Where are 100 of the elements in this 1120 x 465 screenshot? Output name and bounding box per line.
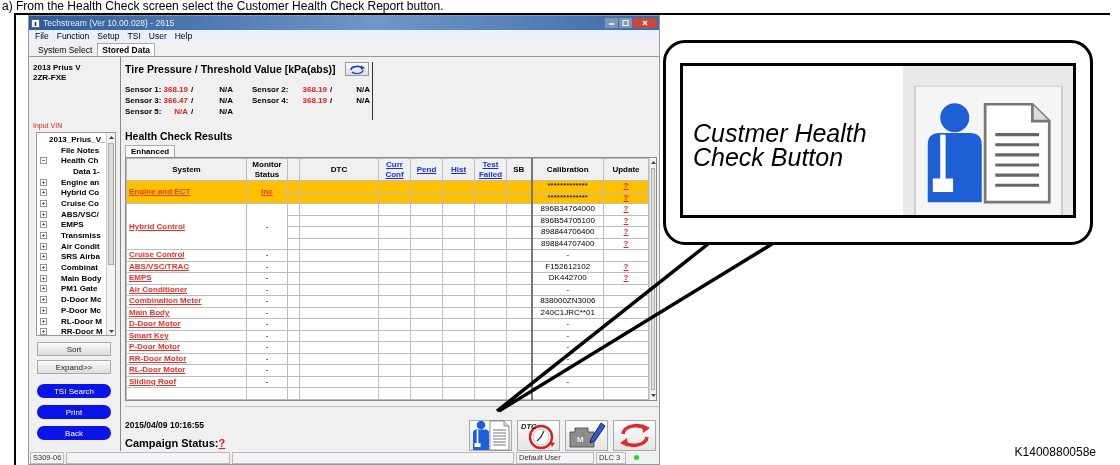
collapse-toggle[interactable] xyxy=(39,157,47,165)
tree-item[interactable]: Combinat xyxy=(61,263,98,273)
separator-text: / xyxy=(189,95,195,106)
expand-toggle[interactable] xyxy=(39,317,47,325)
system-link[interactable]: P-Door Motor xyxy=(126,341,247,353)
menu-item[interactable]: Setup xyxy=(97,31,120,41)
expand-toggle[interactable] xyxy=(39,242,47,250)
system-link[interactable]: Combination Meter xyxy=(126,295,247,307)
system-link[interactable]: Cruise Control xyxy=(126,249,247,261)
pill-button[interactable]: Back xyxy=(37,426,111,440)
update-link[interactable]: ? xyxy=(603,261,649,273)
menu-item[interactable]: TSI xyxy=(127,31,141,41)
tree-item[interactable]: Health Ch xyxy=(61,156,99,166)
tree-item[interactable]: Engine an xyxy=(61,177,100,187)
tree-item[interactable]: Hybrid Co xyxy=(61,188,100,198)
tree-item[interactable]: RL-Door M xyxy=(61,316,102,326)
close-button[interactable] xyxy=(633,18,657,28)
tree-item[interactable]: RR-Door M xyxy=(61,327,103,337)
column-link[interactable]: Curr Conf xyxy=(378,158,411,181)
column-link[interactable]: Hist xyxy=(442,158,475,181)
maximize-button[interactable] xyxy=(619,18,632,28)
tree-item[interactable]: Air Condit xyxy=(61,241,100,251)
system-link[interactable]: RR-Door Motor xyxy=(126,353,247,365)
system-link[interactable]: Main Body xyxy=(126,307,247,319)
update-link[interactable]: ? xyxy=(603,272,649,284)
instruction-text: a) From the Health Check screen select the Customer Health Check Report button. xyxy=(1,0,445,13)
expand-toggle[interactable] xyxy=(39,221,47,229)
tree-item[interactable]: EMPS xyxy=(61,220,84,230)
scroll-down-icon[interactable] xyxy=(650,393,656,397)
refresh-button[interactable] xyxy=(613,419,656,451)
side-button[interactable]: Sort xyxy=(37,342,111,356)
health-report-button[interactable] xyxy=(469,419,512,451)
campaign-status-label: Campaign Status: xyxy=(125,436,219,449)
threshold-value: N/A xyxy=(355,95,370,106)
table-cell: - xyxy=(246,353,288,365)
tree-item[interactable]: File Notes xyxy=(61,145,100,155)
system-link[interactable]: Hybrid Control xyxy=(126,203,247,250)
tree-item[interactable]: Transmiss xyxy=(61,231,101,241)
system-link[interactable]: ABS/VSC/TRAC xyxy=(126,261,247,273)
sensor-label: Sensor 5: xyxy=(125,106,160,117)
tree-item[interactable]: P-Door Mc xyxy=(61,305,101,315)
table-cell: F152612102 xyxy=(531,261,604,273)
system-link[interactable]: Sliding Roof xyxy=(126,376,247,388)
tree-item[interactable]: Data 1- xyxy=(73,166,100,176)
tree-item[interactable]: PM1 Gate xyxy=(61,284,98,294)
table-cell: - xyxy=(531,376,604,388)
column-link[interactable]: Test Failed xyxy=(474,158,507,181)
update-link[interactable]: ? xyxy=(603,203,649,215)
sensor-label: Sensor 4: xyxy=(251,95,290,106)
pill-button[interactable]: TSI Search xyxy=(37,384,111,398)
menu-item[interactable]: Function xyxy=(56,31,90,41)
tree-item[interactable]: Cruise Co xyxy=(61,198,99,208)
tree-item[interactable]: Main Body xyxy=(61,273,102,283)
system-link[interactable]: Smart Key xyxy=(126,330,247,342)
expand-toggle[interactable] xyxy=(39,189,47,197)
table-cell: 838000ZN3006 xyxy=(531,295,604,307)
scroll-up-icon[interactable] xyxy=(108,135,114,139)
minimize-button[interactable] xyxy=(605,18,618,28)
tree-item[interactable]: ABS/VSC/ xyxy=(61,209,99,219)
expand-toggle[interactable] xyxy=(39,274,47,282)
tab[interactable]: Enhanced xyxy=(125,145,176,157)
scrollbar[interactable] xyxy=(106,133,115,335)
tree-item[interactable]: 2013_Prius_V_ xyxy=(49,134,106,144)
scrollbar[interactable] xyxy=(649,158,656,400)
expand-toggle[interactable] xyxy=(39,306,47,314)
system-link[interactable]: EMPS xyxy=(126,272,247,284)
expand-toggle[interactable] xyxy=(39,178,47,186)
threshold-value: N/A xyxy=(218,106,233,117)
expand-toggle[interactable] xyxy=(39,328,47,336)
expand-toggle[interactable] xyxy=(39,232,47,240)
update-link[interactable]: ? xyxy=(603,238,649,250)
system-link[interactable]: Air Conditioner xyxy=(126,284,247,296)
scroll-down-icon[interactable] xyxy=(108,329,114,333)
side-button[interactable]: Expand>> xyxy=(37,360,111,374)
column-link[interactable]: Pend xyxy=(410,158,443,181)
section-title: Health Check Results xyxy=(125,130,234,142)
pill-button[interactable]: Print xyxy=(37,405,111,419)
tab[interactable]: Stored Data xyxy=(97,43,156,56)
scroll-up-icon[interactable] xyxy=(650,161,656,164)
tree-item[interactable]: D-Door Mc xyxy=(61,295,102,305)
system-link[interactable]: RL-Door Motor xyxy=(126,364,247,376)
update-link[interactable]: ? xyxy=(603,226,649,238)
refresh-button[interactable] xyxy=(345,62,369,76)
expand-toggle[interactable] xyxy=(39,296,47,304)
tree-item[interactable]: SRS Airba xyxy=(61,252,100,262)
menu-item[interactable]: File xyxy=(35,31,49,41)
sensor-value: 368.19 xyxy=(301,95,327,106)
expand-toggle[interactable] xyxy=(39,253,47,261)
system-link[interactable]: D-Door Motor xyxy=(126,318,247,330)
expand-toggle[interactable] xyxy=(39,264,47,272)
expand-toggle[interactable] xyxy=(39,210,47,218)
tab[interactable]: System Select xyxy=(33,43,98,56)
update-link[interactable]: ? xyxy=(603,215,649,227)
table-cell: 898844707400 xyxy=(531,238,604,250)
campaign-status-link[interactable]: ? xyxy=(218,436,226,449)
menu-item[interactable]: Help xyxy=(174,31,193,41)
expand-toggle[interactable] xyxy=(39,199,47,207)
expand-toggle[interactable] xyxy=(39,285,47,293)
sensor-value: 366.47 xyxy=(162,95,188,106)
menu-item[interactable]: User xyxy=(148,31,167,41)
